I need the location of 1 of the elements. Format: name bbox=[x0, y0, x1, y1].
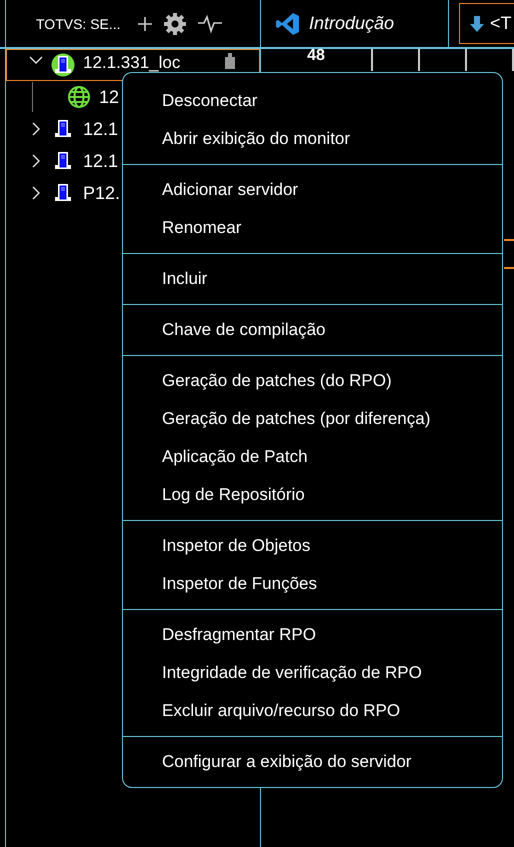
panel-title: TOTVS: SE... bbox=[36, 16, 121, 32]
